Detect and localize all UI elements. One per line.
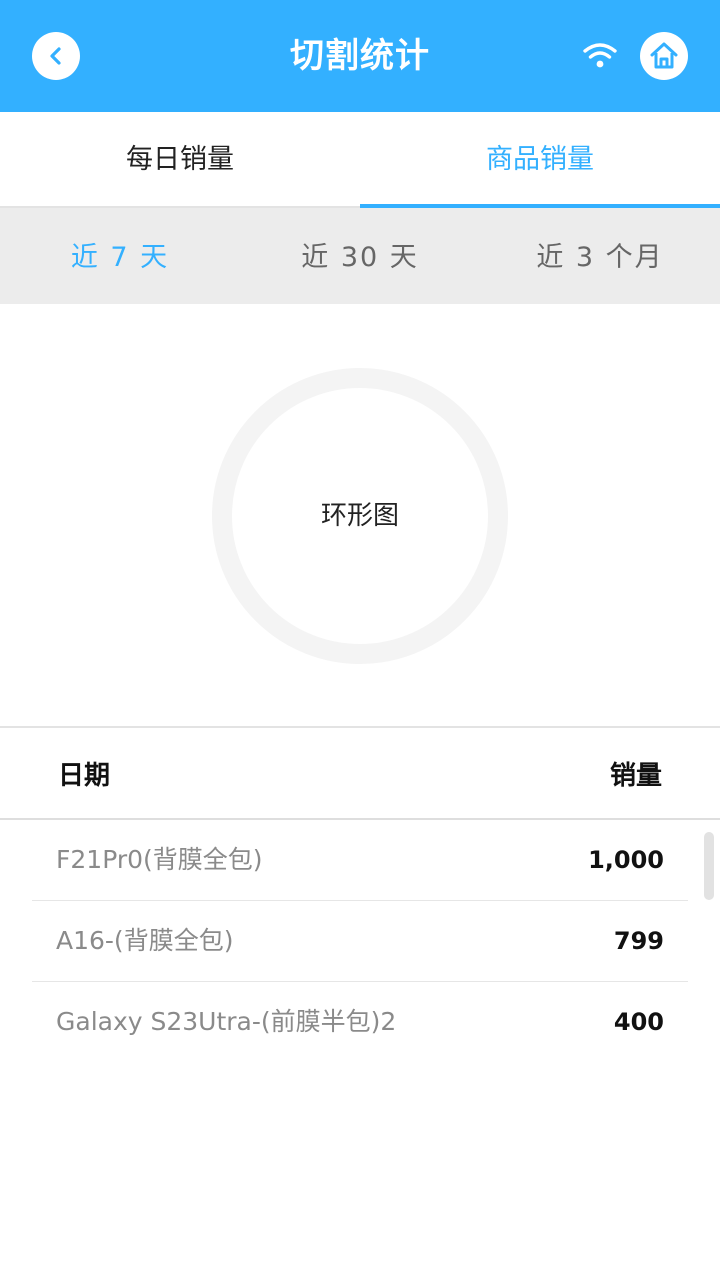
product-name: A16-(背膜全包) [56,926,234,955]
tab-product-sales[interactable]: 商品销量 [360,112,720,208]
column-header-date: 日期 [58,761,111,791]
tab-daily-sales[interactable]: 每日销量 [0,112,360,206]
period-3-months[interactable]: 近 3 个月 [480,208,720,304]
home-button[interactable] [640,32,688,80]
column-header-sales: 销量 [609,761,662,791]
app-header: 切割统计 [0,0,720,112]
table-row[interactable]: F21Pr0(背膜全包) 1,000 [32,820,688,901]
table-row[interactable]: Galaxy S23Utra-(前膜半包)2 400 [32,982,688,1063]
table-header: 日期 销量 [0,730,720,820]
product-name: Galaxy S23Utra-(前膜半包)2 [56,1007,397,1036]
donut-chart-label: 环形图 [320,501,399,531]
sales-value: 799 [613,927,664,955]
table-row[interactable]: A16-(背膜全包) 799 [32,901,688,982]
product-name: F21Pr0(背膜全包) [56,845,263,874]
tab-bar: 每日销量 商品销量 [0,112,720,208]
period-7-days[interactable]: 近 7 天 [0,208,240,304]
home-icon [650,42,678,69]
sales-value: 400 [613,1008,664,1036]
sales-value: 1,000 [588,846,664,874]
wifi-icon [580,38,620,74]
period-30-days[interactable]: 近 30 天 [240,208,480,304]
sales-list: F21Pr0(背膜全包) 1,000 A16-(背膜全包) 799 Galaxy… [32,820,688,1063]
chart-area: 环形图 [0,304,720,728]
period-filter: 近 7 天 近 30 天 近 3 个月 [0,208,720,304]
scrollbar[interactable] [704,832,714,900]
